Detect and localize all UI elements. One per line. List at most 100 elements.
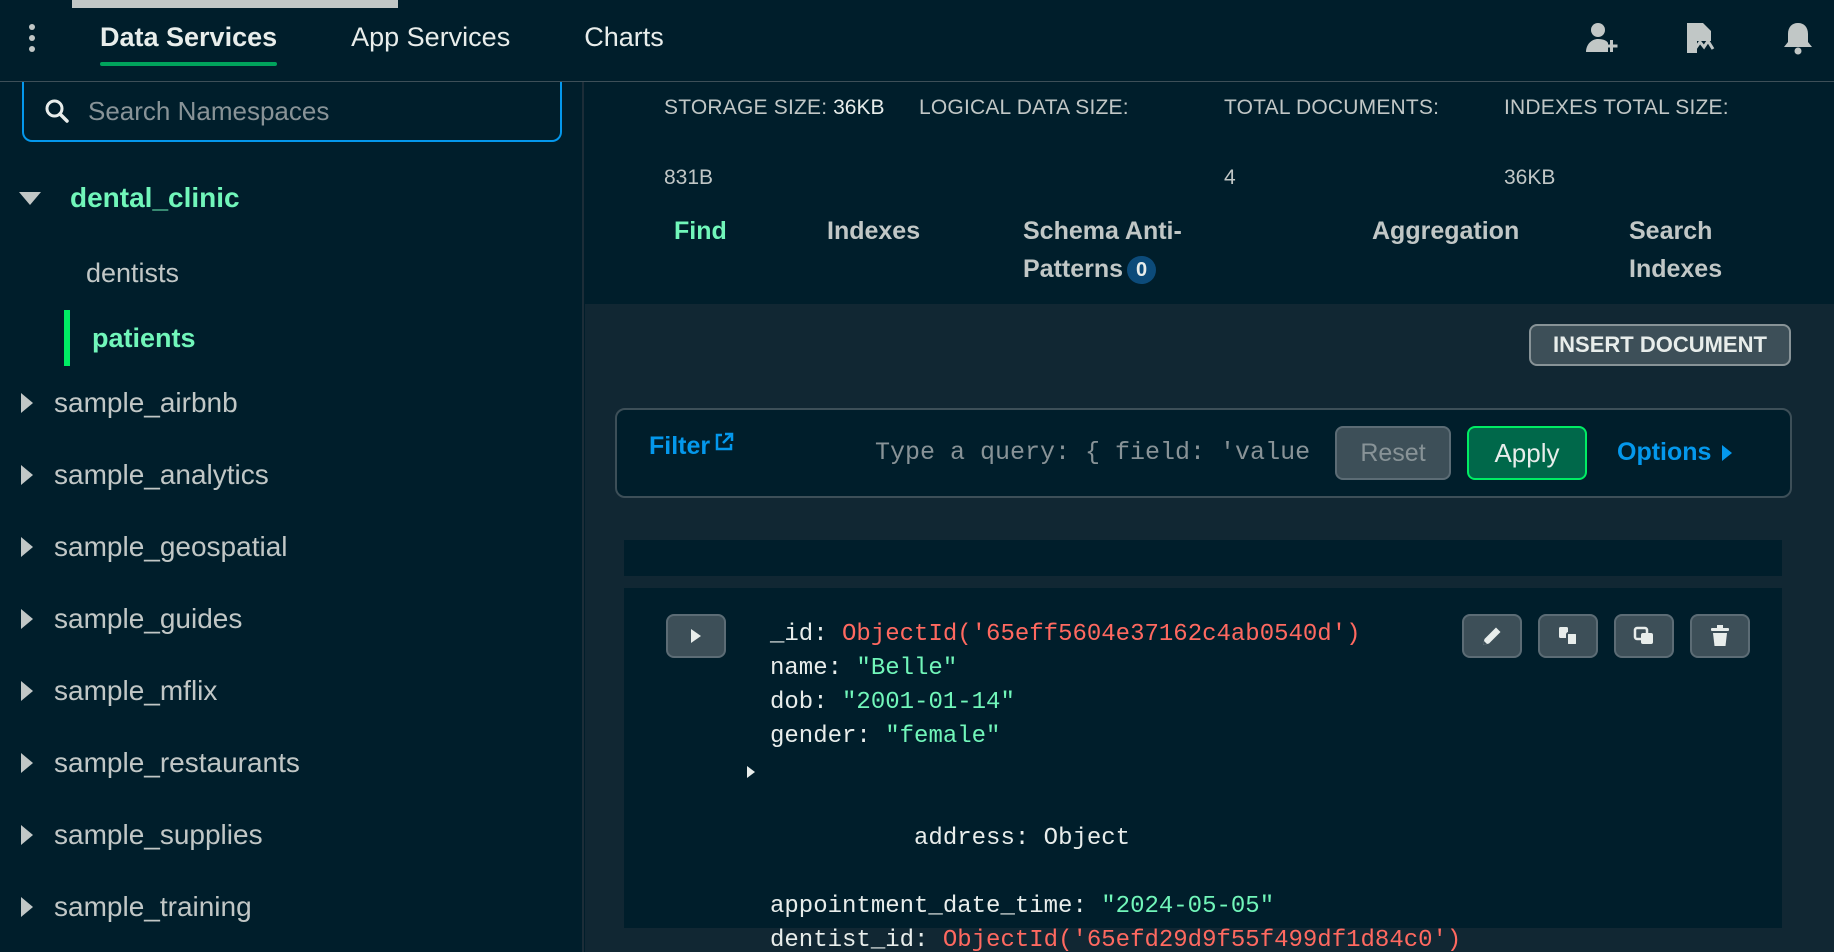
tab-indexes[interactable]: Indexes xyxy=(827,212,920,250)
field-row: appointment_date_time: "2024-05-05" xyxy=(770,893,1275,920)
invite-user-icon[interactable] xyxy=(1578,14,1626,62)
chevron-right-icon xyxy=(1722,444,1733,461)
caret-right-icon[interactable] xyxy=(746,765,756,779)
expand-document-button[interactable] xyxy=(666,614,726,658)
db-name: sample_analytics xyxy=(54,459,269,490)
sidebar-db-sample-geospatial[interactable]: sample_geospatial xyxy=(0,522,288,572)
chevron-right-icon xyxy=(0,824,54,846)
sidebar-db-sample-restaurants[interactable]: sample_restaurants xyxy=(0,738,300,788)
query-input[interactable] xyxy=(875,432,1315,472)
sidebar: dental_clinic dentists patients sample_a… xyxy=(0,82,584,952)
chevron-right-icon xyxy=(0,608,54,630)
chevron-right-icon xyxy=(0,752,54,774)
db-name: sample_supplies xyxy=(54,819,263,850)
copy-document-button[interactable] xyxy=(1538,614,1598,658)
clone-icon xyxy=(1633,626,1653,644)
sidebar-db-sample-airbnb[interactable]: sample_airbnb xyxy=(0,378,238,428)
field-value: "female" xyxy=(885,723,1001,750)
count-badge: 0 xyxy=(1127,256,1157,285)
stat-label: INDEXES TOTAL SIZE: xyxy=(1504,96,1729,119)
field-value: ObjectId('65efd29d9f55f499df1d84c0') xyxy=(942,927,1462,952)
documents-view: INSERT DOCUMENT Filter Reset Apply Optio… xyxy=(585,304,1834,952)
sidebar-db-sample-analytics[interactable]: sample_analytics xyxy=(0,450,269,500)
top-nav: Data Services App Services Charts xyxy=(100,0,738,82)
trash-icon xyxy=(1711,625,1729,646)
field-row: name: "Belle" xyxy=(770,655,958,682)
chevron-right-icon xyxy=(0,536,54,558)
db-name: sample_airbnb xyxy=(54,387,238,418)
field-key: appointment_date_time xyxy=(770,893,1073,920)
tab-aggregation[interactable]: Aggregation xyxy=(1372,212,1519,250)
field-row: dob: "2001-01-14" xyxy=(770,689,1015,716)
tab-charts[interactable]: Charts xyxy=(584,0,664,82)
db-name: sample_training xyxy=(54,891,252,922)
sidebar-collection-dentists[interactable]: dentists xyxy=(64,245,564,301)
sidebar-db-sample-mflix[interactable]: sample_mflix xyxy=(0,666,217,716)
delete-document-button[interactable] xyxy=(1690,614,1750,658)
db-name: sample_mflix xyxy=(54,675,218,706)
main-panel: STORAGE SIZE: 36KB LOGICAL DATA SIZE: 83… xyxy=(585,82,1834,952)
tab-data-services[interactable]: Data Services xyxy=(100,0,278,82)
field-key: _id xyxy=(770,621,814,648)
stat-label: STORAGE SIZE: xyxy=(664,96,828,119)
document-fields: _id: ObjectId('65eff5604e37162c4ab0540d'… xyxy=(747,618,1462,952)
field-key: address xyxy=(914,825,1015,852)
bell-icon[interactable] xyxy=(1774,14,1822,62)
field-value: "2024-05-05" xyxy=(1101,893,1275,920)
tab-find[interactable]: Find xyxy=(674,212,727,250)
field-row: dentist_id: ObjectId('65efd29d9f55f499df… xyxy=(770,927,1462,952)
field-value: ObjectId('65eff5604e37162c4ab0540d') xyxy=(842,621,1361,648)
collection-tabs: Find Indexes Schema Anti- Patterns 0 Aggr… xyxy=(585,212,1834,302)
sidebar-db-sample-supplies[interactable]: sample_supplies xyxy=(0,810,263,860)
reset-button[interactable]: Reset xyxy=(1335,426,1451,480)
tab-app-services[interactable]: App Services xyxy=(351,0,510,82)
search-namespaces-input[interactable] xyxy=(88,95,548,127)
field-row: gender: "female" xyxy=(770,723,1001,750)
stat-indexes-size: INDEXES TOTAL SIZE: xyxy=(1504,96,1729,120)
query-bar: Filter Reset Apply Options xyxy=(615,408,1792,498)
sidebar-collection-patients[interactable]: patients xyxy=(64,310,564,366)
field-row: _id: ObjectId('65eff5604e37162c4ab0540d'… xyxy=(770,621,1361,648)
tab-label-line1: Search xyxy=(1629,217,1713,245)
clone-document-button[interactable] xyxy=(1614,614,1674,658)
tab-label-line2: Indexes xyxy=(1629,255,1723,283)
search-icon xyxy=(45,99,69,123)
tab-label-line1: Schema Anti- xyxy=(1023,217,1182,245)
insert-document-button[interactable]: INSERT DOCUMENT xyxy=(1529,324,1791,366)
stat-total-documents-value: 4 xyxy=(1224,166,1236,189)
field-key: name xyxy=(770,655,828,682)
field-value: "2001-01-14" xyxy=(842,689,1015,716)
db-name: sample_restaurants xyxy=(54,747,300,778)
top-icons xyxy=(1528,14,1834,62)
tab-search-indexes[interactable]: Search Indexes xyxy=(1629,212,1722,288)
stat-storage-size: STORAGE SIZE: 36KB xyxy=(664,96,884,120)
sidebar-db-sample-guides[interactable]: sample_guides xyxy=(0,594,242,644)
field-key: gender xyxy=(770,723,857,750)
edit-document-button[interactable] xyxy=(1462,614,1522,658)
stat-total-documents: TOTAL DOCUMENTS: xyxy=(1224,96,1439,120)
copy-icon xyxy=(1559,627,1578,646)
sidebar-db-dental-clinic[interactable]: dental_clinic xyxy=(0,173,240,223)
tab-label-line2: Patterns xyxy=(1023,255,1124,283)
chevron-right-icon xyxy=(0,680,54,702)
activity-feed-icon[interactable] xyxy=(1676,14,1724,62)
field-value: "Belle" xyxy=(856,655,958,682)
stat-label: LOGICAL DATA SIZE: xyxy=(919,96,1129,119)
field-row-expandable[interactable]: address: Object xyxy=(747,754,1461,890)
document-card: _id: ObjectId('65eff5604e37162c4ab0540d'… xyxy=(624,588,1782,952)
stat-logical-size-value: 831B xyxy=(664,166,714,189)
search-namespaces-box xyxy=(22,82,562,142)
apply-button[interactable]: Apply xyxy=(1467,426,1587,480)
sidebar-db-sample-training[interactable]: sample_training xyxy=(0,882,252,932)
pencil-icon xyxy=(1483,627,1501,645)
menu-kebab-icon[interactable] xyxy=(20,20,44,56)
chevron-right-icon xyxy=(0,464,54,486)
stat-indexes-size-value: 36KB xyxy=(1504,166,1556,189)
field-key: dentist_id xyxy=(770,927,915,952)
filter-link[interactable]: Filter xyxy=(649,432,734,461)
db-name: sample_geospatial xyxy=(54,531,288,562)
options-toggle[interactable]: Options xyxy=(1617,438,1733,467)
chevron-right-icon xyxy=(0,392,54,414)
field-key: dob xyxy=(770,689,814,716)
tab-schema-anti-patterns[interactable]: Schema Anti- Patterns 0 xyxy=(1023,212,1182,288)
